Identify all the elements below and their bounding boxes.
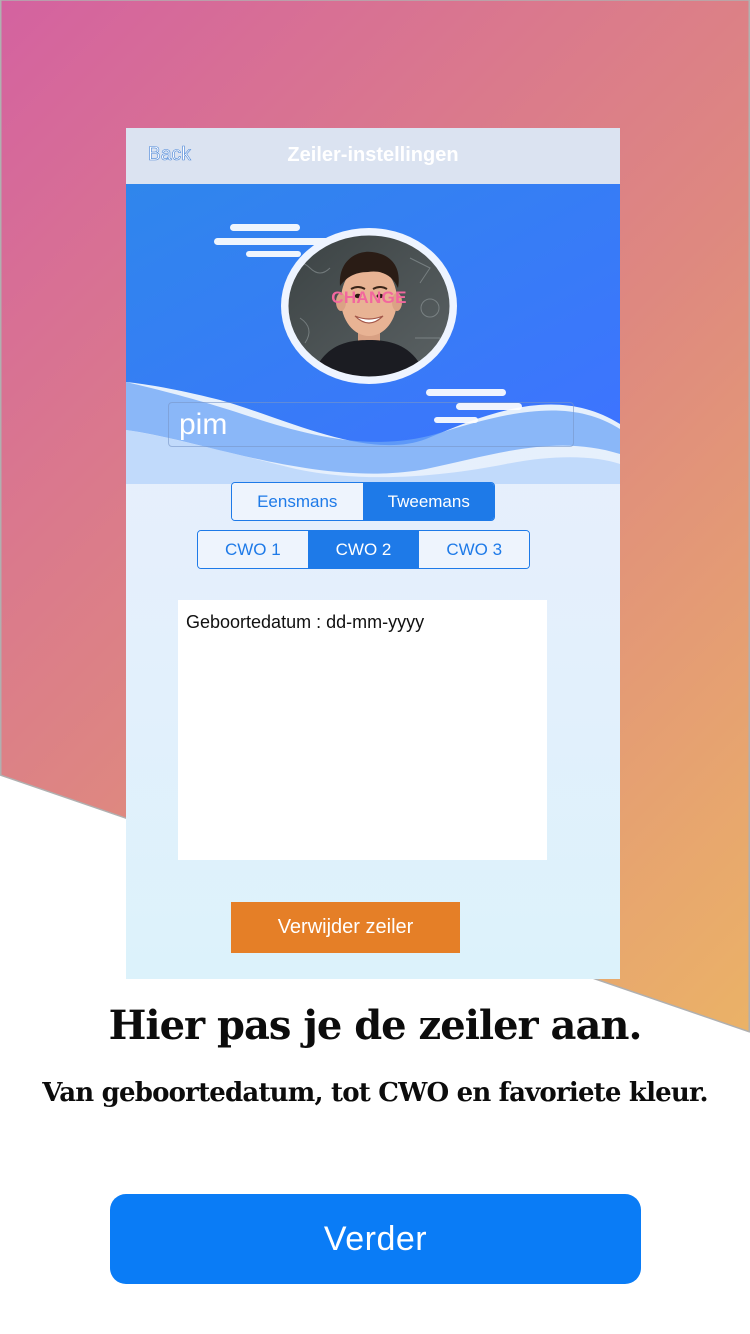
delete-sailor-button[interactable]: Verwijder zeiler [231, 902, 460, 953]
segment-cwo-3[interactable]: CWO 3 [419, 531, 529, 568]
birthdate-label: Geboortedatum : dd-mm-yyyy [186, 612, 425, 632]
change-photo-label: CHANGE [331, 288, 407, 307]
phone-screenshot: Back Zeiler-instellingen CHANGE pim Eens… [126, 128, 620, 979]
segment-tweemans[interactable]: Tweemans [363, 483, 494, 520]
nav-title: Zeiler-instellingen [287, 144, 459, 166]
avatar-change-button[interactable]: CHANGE [280, 228, 458, 384]
next-button[interactable]: Verder [110, 1194, 641, 1284]
boat-type-segmented-control: Eensmans Tweemans [231, 482, 495, 521]
segment-cwo-2[interactable]: CWO 2 [308, 531, 420, 568]
segment-cwo-1[interactable]: CWO 1 [198, 531, 309, 568]
onboarding-subline: Van geboortedatum, tot CWO en favoriete … [42, 1078, 708, 1108]
cwo-level-segmented-control: CWO 1 CWO 2 CWO 3 [197, 530, 530, 569]
segment-eensmans[interactable]: Eensmans [232, 483, 364, 520]
onboarding-headline: Hier pas je de zeiler aan. [108, 1002, 643, 1049]
navigation-bar: Back Zeiler-instellingen [126, 128, 620, 184]
sailor-name-input[interactable] [168, 402, 574, 447]
birthdate-field[interactable]: Geboortedatum : dd-mm-yyyy [178, 600, 547, 860]
